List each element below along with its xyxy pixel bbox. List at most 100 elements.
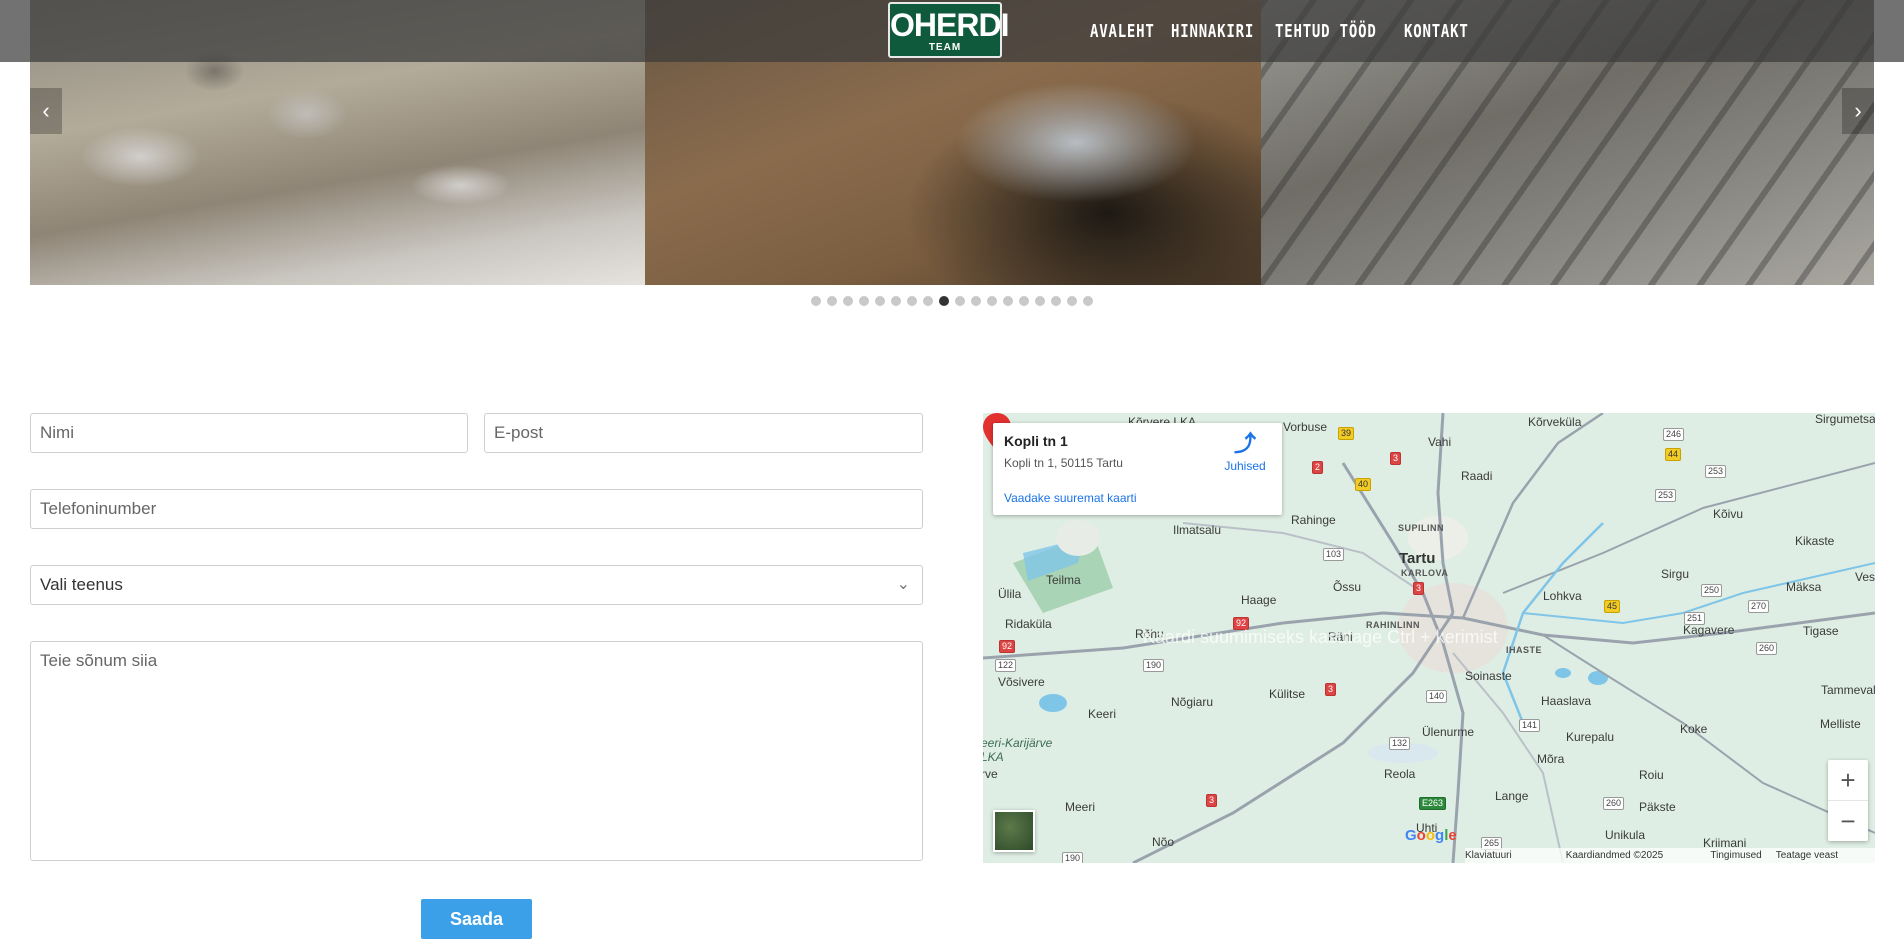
slider-dot[interactable]: [955, 296, 965, 306]
map-place: Õssu: [1333, 580, 1362, 594]
map-place: Kikaste: [1795, 534, 1835, 548]
map-place: Võsivere: [998, 675, 1045, 689]
nav-link-kontakt[interactable]: KONTAKT: [1404, 21, 1469, 42]
slider-dot[interactable]: [843, 296, 853, 306]
map-place: SUPILINN: [1398, 523, 1445, 533]
map-place: Kagavere: [1683, 623, 1735, 637]
submit-button[interactable]: Saada: [421, 899, 532, 939]
satellite-toggle-button[interactable]: [993, 810, 1035, 852]
phone-field[interactable]: Telefoninumber: [30, 489, 923, 529]
keyboard-shortcuts-link[interactable]: Klaviatuuri otseteed: [1465, 848, 1552, 863]
map-place: Roiu: [1639, 768, 1664, 782]
service-select-value: Vali teenus: [40, 575, 123, 594]
chevron-right-icon: ›: [1854, 98, 1862, 123]
map-place: Haaslava: [1541, 694, 1592, 708]
slider-dot[interactable]: [939, 296, 949, 306]
slider-next-button[interactable]: ›: [1842, 88, 1874, 134]
slider-dot[interactable]: [875, 296, 885, 306]
map-place: Keeri: [1088, 707, 1117, 721]
map-place: IHASTE: [1506, 645, 1543, 655]
nav-link-tehtud-tood[interactable]: TEHTUD TÖÖD: [1275, 21, 1377, 42]
map-scroll-hint: Kaardi suumimiseks kasutage Ctrl + kerim…: [1143, 627, 1498, 647]
map-place: Rahinge: [1291, 513, 1336, 527]
slider-dot[interactable]: [891, 296, 901, 306]
map-place: Sirgumetsa: [1815, 413, 1875, 426]
map-place: Vesk: [1855, 570, 1875, 584]
logo-main-text: OHERDI: [890, 7, 1009, 43]
map-zoom-control: + −: [1828, 760, 1868, 841]
map-place: Sirgu: [1661, 567, 1690, 581]
slider-prev-button[interactable]: ‹: [30, 88, 62, 134]
map-info-card: Kopli tn 1 Kopli tn 1, 50115 Tartu Vaada…: [993, 423, 1282, 515]
slider-dot[interactable]: [987, 296, 997, 306]
map-place: Haage: [1241, 593, 1277, 607]
chevron-left-icon: ‹: [42, 98, 50, 123]
chevron-down-icon: ⌄: [896, 576, 910, 593]
map-card-title: Kopli tn 1: [1004, 433, 1068, 449]
map-place: Ilmatsalu: [1173, 523, 1222, 537]
map-place: Kurepalu: [1566, 730, 1615, 744]
map-place: Reola: [1384, 767, 1416, 781]
map-place: Raadi: [1461, 469, 1493, 483]
map-place-tartu: Tartu: [1399, 550, 1436, 567]
map-place: Mäksa: [1786, 580, 1822, 594]
map-place: Teilma: [1046, 573, 1081, 587]
slider-dot[interactable]: [811, 296, 821, 306]
nav-link-hinnakiri[interactable]: HINNAKIRI: [1171, 21, 1254, 42]
directions-button[interactable]: ⤴ Juhised: [1217, 431, 1273, 474]
google-map[interactable]: Kõrvere LKA Vorbuse Vahi Raadi Kõrveküla…: [983, 413, 1875, 863]
slider-dot[interactable]: [1051, 296, 1061, 306]
slider-dot[interactable]: [1003, 296, 1013, 306]
nav-link-avaleht[interactable]: AVALEHT: [1090, 21, 1155, 42]
slider-dot[interactable]: [827, 296, 837, 306]
message-textarea[interactable]: Teie sõnum siia: [30, 641, 923, 861]
report-error-link[interactable]: Teatage veast kaardil: [1776, 848, 1869, 863]
map-place: Meeri: [1065, 800, 1096, 814]
slider-dot[interactable]: [1035, 296, 1045, 306]
map-place: Vahi: [1428, 435, 1452, 449]
email-field[interactable]: E-post: [484, 413, 923, 453]
slider-dot[interactable]: [1019, 296, 1029, 306]
map-card-address: Kopli tn 1, 50115 Tartu: [1004, 456, 1123, 470]
directions-icon: ⤴: [1233, 431, 1256, 456]
larger-map-link[interactable]: Vaadake suuremat kaarti: [1004, 491, 1137, 505]
map-place: Ridaküla: [1005, 617, 1052, 631]
google-logo: Google: [1405, 827, 1457, 844]
map-place: Lohkva: [1543, 589, 1582, 603]
map-place: Ülenurme: [1422, 725, 1475, 739]
service-select[interactable]: Vali teenus ⌄: [30, 565, 923, 605]
zoom-in-button[interactable]: +: [1828, 760, 1868, 800]
site-logo[interactable]: OHERDI TEAM: [888, 2, 1009, 58]
directions-label: Juhised: [1224, 459, 1266, 473]
slider-dot[interactable]: [923, 296, 933, 306]
slider-dot[interactable]: [1067, 296, 1077, 306]
logo-sub-text: TEAM: [928, 42, 962, 53]
slider-dot[interactable]: [907, 296, 917, 306]
slider-dot[interactable]: [971, 296, 981, 306]
map-data-attribution: Kaardiandmed ©2025 Google: [1565, 850, 1664, 861]
map-place: Külitse: [1269, 687, 1306, 701]
map-place: Nõo: [1152, 835, 1175, 849]
map-place: Melliste: [1820, 717, 1861, 731]
map-place: Unikula: [1605, 828, 1646, 842]
slider-dot[interactable]: [859, 296, 869, 306]
map-place: Ülila: [998, 587, 1022, 601]
map-place: Soinaste: [1465, 669, 1512, 683]
site-header: OHERDI TEAM AVALEHT HINNAKIRI TEHTUD TÖÖ…: [0, 0, 1904, 62]
map-place: Mõra: [1537, 752, 1565, 766]
zoom-out-button[interactable]: −: [1828, 801, 1868, 841]
map-place: Koke: [1680, 722, 1708, 736]
map-place: Kõivu: [1713, 507, 1744, 521]
name-field[interactable]: Nimi: [30, 413, 468, 453]
map-footer: Klaviatuuri otseteed Kaardiandmed ©2025 …: [1465, 848, 1875, 863]
map-place: Tigase: [1803, 624, 1839, 638]
map-place: KARLOVA: [1401, 568, 1449, 578]
map-place: Lange: [1495, 789, 1529, 803]
terms-link[interactable]: Tingimused: [1710, 848, 1761, 863]
slider-pagination: [811, 296, 1093, 306]
map-place: Nõgiaru: [1171, 695, 1214, 709]
slider-dot[interactable]: [1083, 296, 1093, 306]
map-place: Päkste: [1639, 800, 1676, 814]
main-nav: AVALEHT HINNAKIRI TEHTUD TÖÖD KONTAKT: [1090, 0, 1467, 62]
map-place: Tammeval: [1821, 683, 1875, 697]
